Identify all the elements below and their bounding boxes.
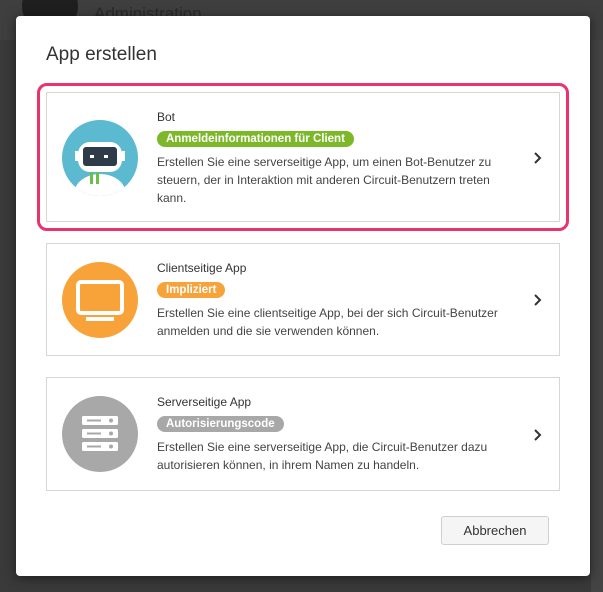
background-panel [591, 40, 603, 592]
option-name: Serverseitige App [157, 395, 252, 409]
chevron-right-icon [534, 429, 542, 441]
option-badge: Anmeldeinformationen für Client [157, 131, 354, 147]
option-client-app-card[interactable]: Clientseitige App Impliziert Erstellen S… [46, 243, 560, 356]
option-description: Erstellen Sie eine serverseitige App, um… [157, 155, 492, 205]
create-app-dialog: App erstellen Bot Anmeldeinformationen f… [16, 16, 590, 576]
option-bot-card[interactable]: Bot Anmeldeinformationen für Client Erst… [37, 83, 569, 231]
option-description: Erstellen Sie eine serverseitige App, di… [157, 440, 488, 472]
option-description: Erstellen Sie eine clientseitige App, be… [157, 306, 498, 338]
robot-icon [62, 120, 138, 196]
monitor-icon [62, 262, 138, 338]
option-badge: Impliziert [157, 282, 226, 298]
dialog-title: App erstellen [46, 44, 157, 65]
option-name: Bot [157, 110, 176, 124]
chevron-right-icon [534, 294, 542, 306]
option-badge: Autorisierungscode [157, 416, 284, 432]
server-icon [62, 396, 138, 472]
option-server-app-card[interactable]: Serverseitige App Autorisierungscode Ers… [46, 377, 560, 491]
option-name: Clientseitige App [157, 261, 247, 275]
chevron-right-icon [534, 152, 542, 164]
cancel-button[interactable]: Abbrechen [441, 516, 549, 545]
